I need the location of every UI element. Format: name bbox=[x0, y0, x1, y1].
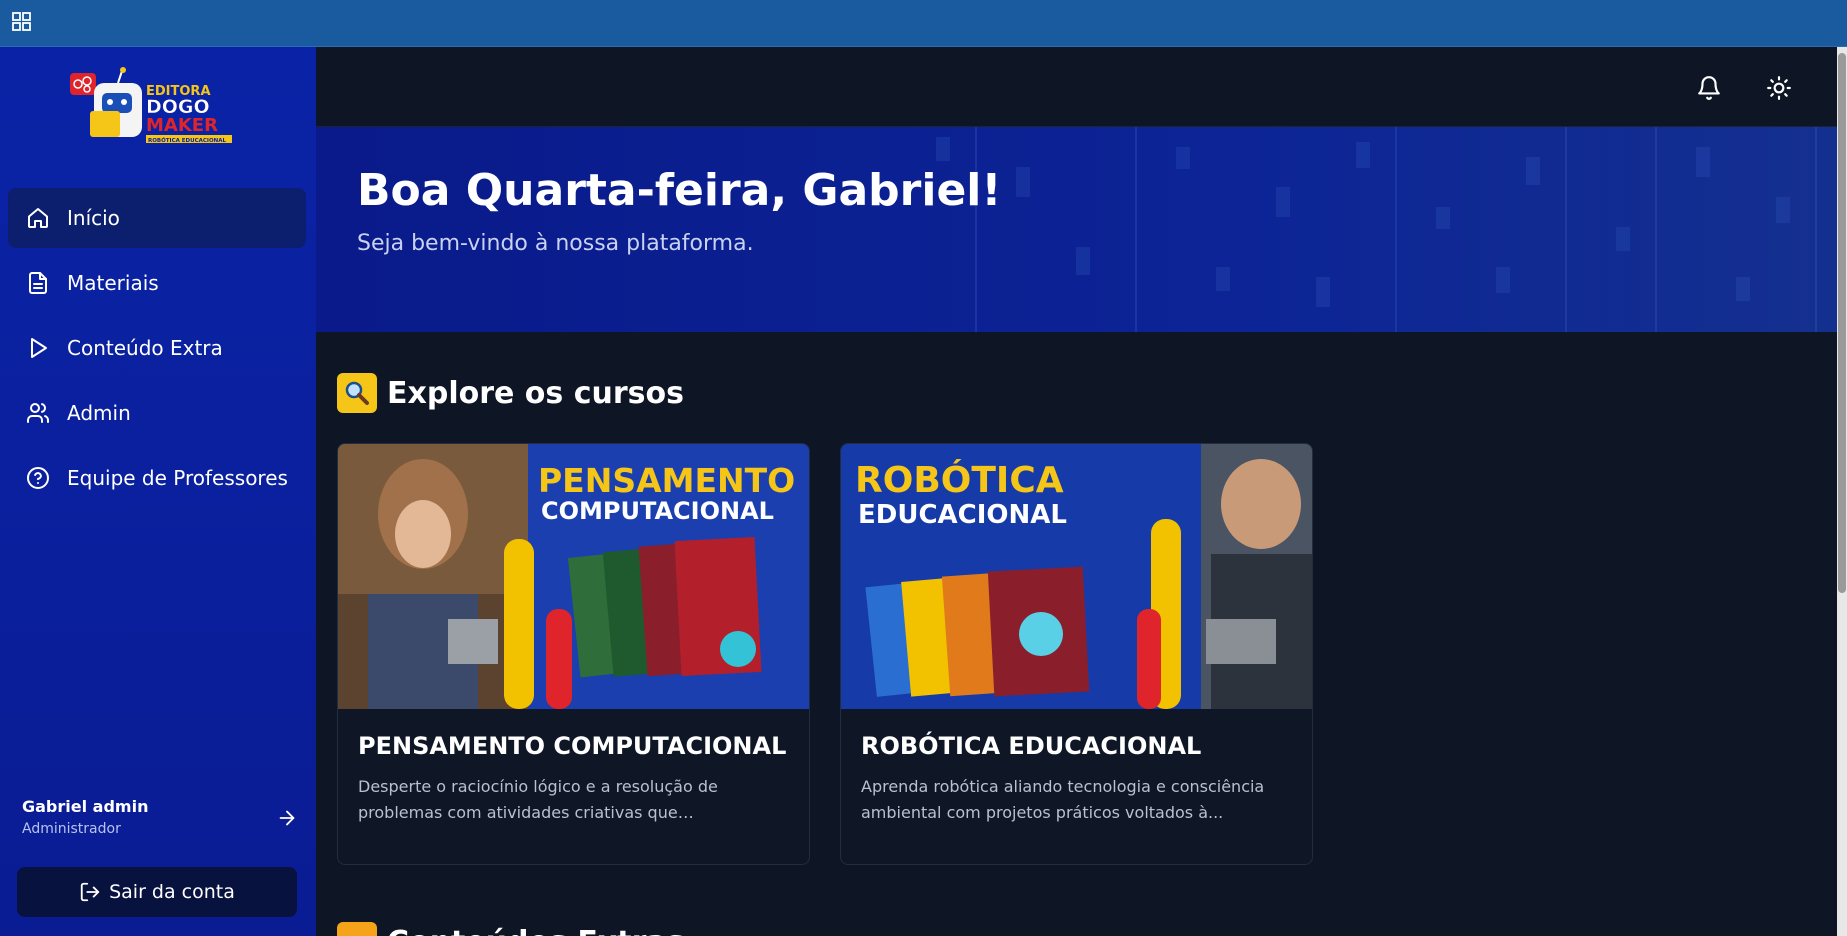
user-name: Gabriel admin bbox=[22, 797, 149, 816]
logout-icon bbox=[80, 882, 100, 902]
greeting-subtitle: Seja bem-vindo à nossa plataforma. bbox=[357, 231, 754, 256]
sidebar: EDITORA DOGO MAKER ROBÓTICA EDUCACIONAL … bbox=[0, 47, 316, 936]
editora-dogo-maker-logo[interactable]: EDITORA DOGO MAKER ROBÓTICA EDUCACIONAL bbox=[68, 65, 248, 150]
sidebar-item-conteudo-extra[interactable]: Conteúdo Extra bbox=[8, 318, 306, 378]
explore-section-header: Explore os cursos bbox=[337, 373, 684, 413]
course-card-pensamento-computacional[interactable]: PENSAMENTO COMPUTACIONAL PENSAMENTO COMP… bbox=[337, 443, 810, 865]
svg-text:COMPUTACIONAL: COMPUTACIONAL bbox=[541, 497, 774, 525]
sidebar-item-label: Início bbox=[67, 206, 120, 230]
svg-text:MAKER: MAKER bbox=[146, 115, 218, 136]
course-description: Aprenda robótica aliando tecnologia e co… bbox=[861, 777, 1265, 822]
sidebar-item-equipe-de-professores[interactable]: Equipe de Professores bbox=[8, 448, 306, 508]
users-icon bbox=[27, 403, 49, 423]
svg-text:ROBÓTICA: ROBÓTICA bbox=[855, 459, 1064, 501]
sidebar-item-label: Admin bbox=[67, 401, 131, 425]
user-profile: Gabriel admin Administrador bbox=[22, 797, 298, 847]
magnifier-icon bbox=[337, 373, 377, 413]
sidebar-nav: Início Materiais Conteúdo Extra Admin Eq… bbox=[8, 188, 306, 513]
document-icon bbox=[29, 272, 47, 294]
code-pattern-background bbox=[316, 127, 1837, 332]
greeting-title: Boa Quarta-feira, Gabriel! bbox=[357, 165, 1002, 216]
user-role: Administrador bbox=[22, 821, 121, 837]
sidebar-item-inicio[interactable]: Início bbox=[8, 188, 306, 248]
home-icon bbox=[28, 208, 48, 228]
sidebar-item-label: Equipe de Professores bbox=[67, 466, 288, 490]
sidebar-item-label: Conteúdo Extra bbox=[67, 336, 223, 360]
extra-content-section-header: Conteúdos Extras bbox=[337, 922, 685, 936]
logout-label: Sair da conta bbox=[109, 881, 235, 903]
calendar-icon bbox=[337, 922, 377, 936]
course-title: PENSAMENTO COMPUTACIONAL bbox=[358, 732, 787, 760]
course-banner-image: ROBÓTICA EDUCACIONAL bbox=[841, 444, 1312, 709]
svg-text:EDUCACIONAL: EDUCACIONAL bbox=[858, 500, 1067, 530]
svg-text:ROBÓTICA EDUCACIONAL: ROBÓTICA EDUCACIONAL bbox=[148, 137, 226, 144]
course-banner-image: PENSAMENTO COMPUTACIONAL bbox=[338, 444, 809, 709]
play-icon bbox=[31, 338, 47, 358]
sidebar-item-admin[interactable]: Admin bbox=[8, 383, 306, 443]
logout-button[interactable]: Sair da conta bbox=[17, 867, 297, 917]
section-title: Conteúdos Extras bbox=[387, 925, 685, 936]
section-title: Explore os cursos bbox=[387, 375, 684, 411]
arrow-right-icon[interactable] bbox=[276, 807, 298, 829]
course-title: ROBÓTICA EDUCACIONAL bbox=[861, 732, 1202, 760]
page-scrollbar[interactable] bbox=[1837, 47, 1847, 936]
scrollbar-thumb[interactable] bbox=[1838, 53, 1846, 593]
course-card-robotica-educacional[interactable]: ROBÓTICA EDUCACIONAL ROBÓTICA EDUCACIONA… bbox=[840, 443, 1313, 865]
grid-icon[interactable] bbox=[12, 12, 31, 31]
sidebar-item-label: Materiais bbox=[67, 271, 159, 295]
svg-text:PENSAMENTO: PENSAMENTO bbox=[538, 461, 795, 500]
sun-icon[interactable] bbox=[1766, 75, 1792, 101]
sidebar-item-materiais[interactable]: Materiais bbox=[8, 253, 306, 313]
bell-icon[interactable] bbox=[1696, 75, 1722, 101]
course-description: Desperte o raciocínio lógico e a resoluç… bbox=[358, 777, 718, 822]
main-header bbox=[316, 47, 1837, 127]
help-circle-icon bbox=[27, 467, 49, 489]
welcome-banner: Boa Quarta-feira, Gabriel! Seja bem-vind… bbox=[316, 127, 1837, 332]
system-top-bar bbox=[0, 0, 1847, 47]
search-icon bbox=[345, 381, 369, 405]
